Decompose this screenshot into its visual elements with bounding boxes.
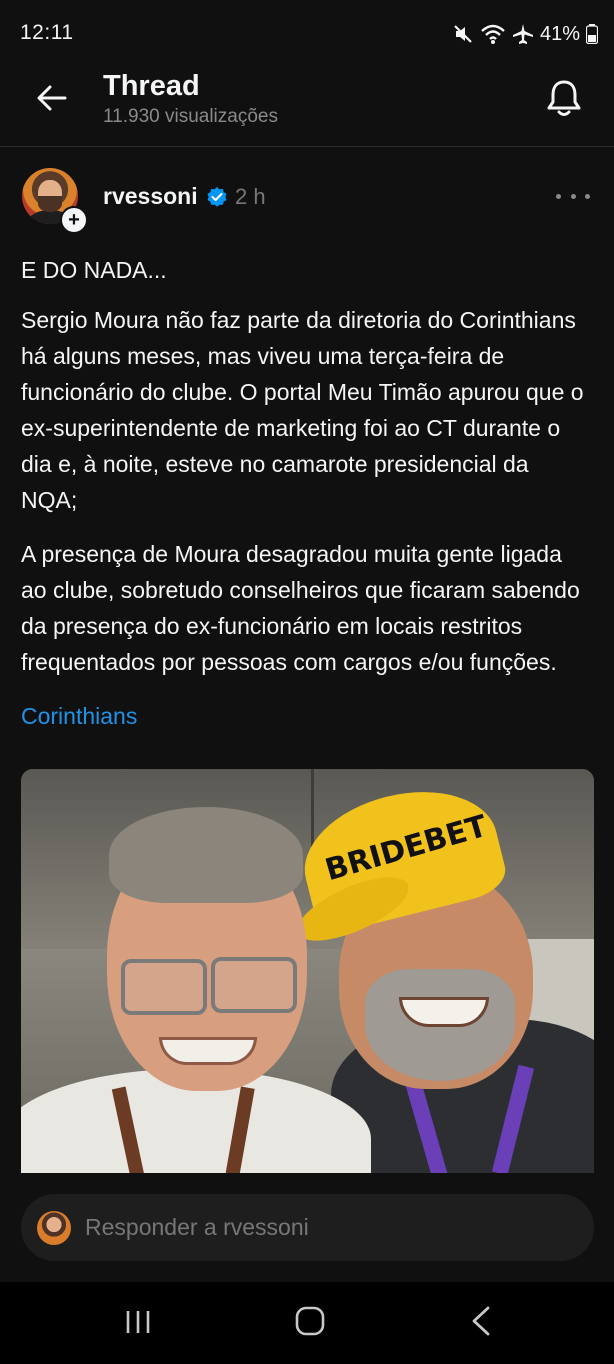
home-icon[interactable] — [295, 1306, 325, 1336]
airplane-icon — [512, 24, 533, 44]
wifi-icon — [481, 24, 505, 44]
post-paragraph: A presença de Moura desagradou muita gen… — [21, 541, 580, 675]
more-dot-icon — [585, 193, 590, 199]
post-timestamp: 2 h — [235, 184, 266, 209]
topic-tag-link[interactable]: Corinthians — [21, 698, 591, 734]
post-text: E DO NADA... Sergio Moura não faz parte … — [21, 252, 591, 734]
status-bar: 12:11 41% — [0, 0, 614, 66]
back-button[interactable] — [32, 78, 72, 118]
post-paragraph: Sergio Moura não faz parte da diretoria … — [21, 307, 584, 513]
bell-icon — [547, 80, 581, 116]
system-nav-bar — [0, 1282, 614, 1364]
author-username[interactable]: rvessoni — [103, 183, 198, 210]
thread-header: Thread 11.930 visualizações — [0, 66, 614, 147]
post-image[interactable]: BRIDEBET — [21, 769, 594, 1173]
follow-plus-icon[interactable]: + — [60, 206, 88, 234]
verified-badge-icon — [207, 187, 227, 207]
arrow-left-icon — [37, 85, 67, 111]
recents-icon[interactable] — [124, 1308, 152, 1336]
author-avatar[interactable]: + — [22, 168, 88, 234]
current-user-avatar — [37, 1211, 71, 1245]
more-dot-icon — [556, 193, 561, 199]
reply-input[interactable]: Responder a rvessoni — [21, 1194, 594, 1261]
notifications-button[interactable] — [542, 76, 586, 120]
status-time: 12:11 — [20, 21, 74, 44]
status-icons: 41% — [452, 20, 598, 48]
reply-placeholder: Responder a rvessoni — [85, 1214, 309, 1240]
battery-percent: 41% — [539, 22, 580, 45]
more-dot-icon — [570, 193, 576, 199]
system-back-icon[interactable] — [470, 1306, 492, 1336]
more-options-button[interactable] — [556, 184, 590, 208]
mute-icon — [454, 25, 472, 43]
view-count: 11.930 visualizações — [103, 106, 278, 127]
page-title: Thread — [103, 70, 200, 102]
battery-icon — [586, 24, 598, 44]
post-paragraph: E DO NADA... — [21, 257, 167, 283]
